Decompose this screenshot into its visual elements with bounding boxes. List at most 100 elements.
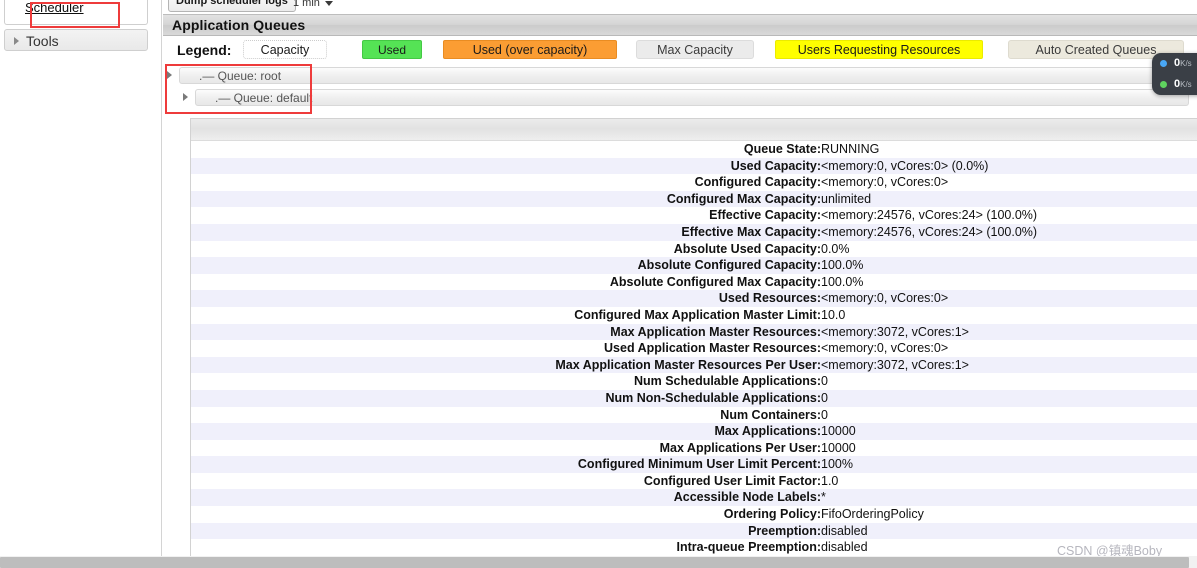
table-cell-value: <memory:24576, vCores:24> (100.0%) bbox=[821, 224, 1038, 239]
table-row: Configured Max Application Master Limit:… bbox=[191, 306, 1197, 324]
table-row: Ordering Policy: FifoOrderingPolicy bbox=[191, 506, 1197, 523]
dump-scheduler-logs-button[interactable]: Dump scheduler logs bbox=[168, 0, 296, 12]
table-row: Used Application Master Resources: <memor… bbox=[191, 340, 1197, 357]
table-cell-key: Effective Capacity: bbox=[709, 208, 821, 223]
table-cell-key: Absolute Used Capacity: bbox=[673, 241, 821, 256]
legend-chip-users-requesting-resources: Users Requesting Resources bbox=[775, 40, 983, 59]
table-row: Max Applications Per User: 10000 bbox=[191, 439, 1197, 457]
page-root: Scheduler Tools Dump scheduler logs 1 mi… bbox=[0, 0, 1197, 568]
queue-expand-toggle-default[interactable] bbox=[183, 93, 188, 101]
table-cell-value: 10.0 bbox=[821, 307, 846, 322]
table-row: Effective Capacity: <memory:24576, vCores… bbox=[191, 207, 1197, 224]
queue-expand-toggle-root[interactable] bbox=[167, 71, 172, 79]
chevron-down-icon[interactable] bbox=[325, 1, 333, 6]
table-row: Max Application Master Resources Per Use… bbox=[191, 356, 1197, 374]
table-row: Accessible Node Labels: * bbox=[191, 489, 1197, 507]
queue-row-root[interactable]: .— Queue: root bbox=[179, 67, 1189, 84]
table-cell-value: 0.0% bbox=[821, 241, 850, 256]
download-indicator-icon bbox=[1160, 81, 1167, 88]
table-row: Configured Capacity: <memory:0, vCores:0> bbox=[191, 174, 1197, 191]
legend-chip-used-over-capacity: Used (over capacity) bbox=[443, 40, 617, 59]
table-row: Max Applications: 10000 bbox=[191, 423, 1197, 440]
sidebar-item-tools[interactable]: Tools bbox=[4, 29, 148, 51]
queue-tree: .— Queue: root .— Queue: default bbox=[163, 64, 1197, 108]
table-cell-key: Ordering Policy: bbox=[723, 507, 821, 522]
table-cell-key: Used Capacity: bbox=[730, 158, 821, 173]
network-speed-widget[interactable]: 0K/s 0K/s bbox=[1152, 53, 1197, 95]
table-cell-key: Configured Minimum User Limit Percent: bbox=[577, 457, 821, 472]
table-cell-value: 10000 bbox=[821, 440, 856, 455]
upload-speed-value: 0K/s bbox=[1174, 57, 1192, 69]
table-row: Effective Max Capacity: <memory:24576, vC… bbox=[191, 223, 1197, 241]
table-cell-value: 0 bbox=[821, 390, 828, 405]
table-row: Absolute Configured Max Capacity: 100.0% bbox=[191, 273, 1197, 291]
table-cell-key: Queue State: bbox=[743, 142, 821, 156]
queue-row-default[interactable]: .— Queue: default bbox=[195, 89, 1189, 106]
table-cell-key: Used Application Master Resources: bbox=[604, 341, 821, 356]
table-row: Used Capacity: <memory:0, vCores:0> (0.0%… bbox=[191, 157, 1197, 175]
table-row: Num Schedulable Applications: 0 bbox=[191, 373, 1197, 390]
table-cell-key: Configured Max Capacity: bbox=[666, 191, 821, 206]
upload-speed-unit: K/s bbox=[1180, 59, 1192, 68]
legend-chip-used: Used bbox=[362, 40, 422, 59]
table-cell-key: Absolute Configured Max Capacity: bbox=[609, 274, 821, 289]
network-download-row: 0K/s bbox=[1152, 74, 1197, 95]
table-cell-value: <memory:0, vCores:0> bbox=[821, 175, 949, 190]
table-cell-key: Absolute Configured Capacity: bbox=[637, 258, 821, 273]
table-cell-key: Num Schedulable Applications: bbox=[633, 374, 821, 389]
table-row: Max Application Master Resources: <memory… bbox=[191, 323, 1197, 341]
table-cell-value: <memory:3072, vCores:1> bbox=[821, 357, 969, 372]
table-cell-key: Intra-queue Preemption: bbox=[676, 540, 821, 555]
table-row: Absolute Configured Capacity: 100.0% bbox=[191, 257, 1197, 274]
queue-row-root-label: .— Queue: root bbox=[199, 69, 282, 83]
sidebar-item-tools-label: Tools bbox=[26, 33, 59, 49]
table-cell-value: 1.0 bbox=[821, 473, 839, 488]
table-cell-key: Preemption: bbox=[748, 523, 821, 538]
scheduler-toolbar: Dump scheduler logs 1 min bbox=[163, 0, 1197, 14]
chevron-right-icon bbox=[14, 37, 19, 45]
queue-details-panel: Queue State: RUNNING Used Capacity: <memory… bbox=[190, 118, 1197, 557]
network-upload-row: 0K/s bbox=[1152, 53, 1197, 74]
table-row: Queue State: RUNNING bbox=[191, 141, 1197, 158]
table-cell-value: 0 bbox=[821, 374, 828, 389]
table-cell-key: Accessible Node Labels: bbox=[673, 490, 821, 505]
table-row: Intra-queue Preemption: disabled bbox=[191, 539, 1197, 556]
download-speed-value: 0K/s bbox=[1174, 78, 1192, 90]
table-cell-value: 100% bbox=[821, 457, 853, 472]
sidebar-panel-scheduler: Scheduler bbox=[4, 0, 148, 25]
queue-details-panel-header bbox=[191, 119, 1197, 141]
table-cell-key: Configured Max Application Master Limit: bbox=[574, 307, 821, 322]
table-cell-value: * bbox=[821, 490, 826, 505]
content-area: Dump scheduler logs 1 min Application Qu… bbox=[163, 0, 1197, 560]
table-cell-key: Max Application Master Resources Per Use… bbox=[555, 357, 821, 372]
refresh-interval-label[interactable]: 1 min bbox=[293, 0, 320, 9]
horizontal-scrollbar-thumb[interactable] bbox=[0, 557, 1189, 568]
table-cell-value: <memory:3072, vCores:1> bbox=[821, 324, 969, 339]
table-cell-value: 100.0% bbox=[821, 274, 864, 289]
table-cell-key: Num Containers: bbox=[720, 407, 821, 422]
table-cell-key: Max Applications: bbox=[714, 424, 822, 439]
table-row: Configured Minimum User Limit Percent: 10… bbox=[191, 456, 1197, 473]
table-row: Num Non-Schedulable Applications: 0 bbox=[191, 389, 1197, 407]
sidebar: Scheduler Tools bbox=[0, 0, 162, 560]
download-speed-unit: K/s bbox=[1180, 80, 1192, 89]
legend-label: Legend: bbox=[177, 42, 232, 58]
upload-indicator-icon bbox=[1160, 60, 1167, 67]
sidebar-item-scheduler[interactable]: Scheduler bbox=[25, 0, 84, 15]
table-cell-key: Configured Capacity: bbox=[694, 175, 821, 190]
table-row: Absolute Used Capacity: 0.0% bbox=[191, 240, 1197, 258]
legend-chip-max-capacity: Max Capacity bbox=[636, 40, 754, 59]
table-cell-value: 10000 bbox=[821, 424, 856, 439]
queue-row-default-label: .— Queue: default bbox=[215, 91, 313, 105]
table-row: Configured User Limit Factor: 1.0 bbox=[191, 472, 1197, 490]
table-cell-value: RUNNING bbox=[821, 142, 880, 156]
table-row: Used Resources: <memory:0, vCores:0> bbox=[191, 290, 1197, 307]
table-cell-value: <memory:0, vCores:0> bbox=[821, 341, 949, 356]
table-row: Preemption: disabled bbox=[191, 522, 1197, 540]
table-cell-value: unlimited bbox=[821, 191, 872, 206]
legend-chip-capacity: Capacity bbox=[243, 40, 327, 59]
horizontal-scrollbar[interactable] bbox=[0, 556, 1197, 568]
table-cell-key: Num Non-Schedulable Applications: bbox=[605, 390, 821, 405]
table-cell-value: <memory:24576, vCores:24> (100.0%) bbox=[821, 208, 1038, 223]
table-cell-value: FifoOrderingPolicy bbox=[821, 507, 924, 522]
